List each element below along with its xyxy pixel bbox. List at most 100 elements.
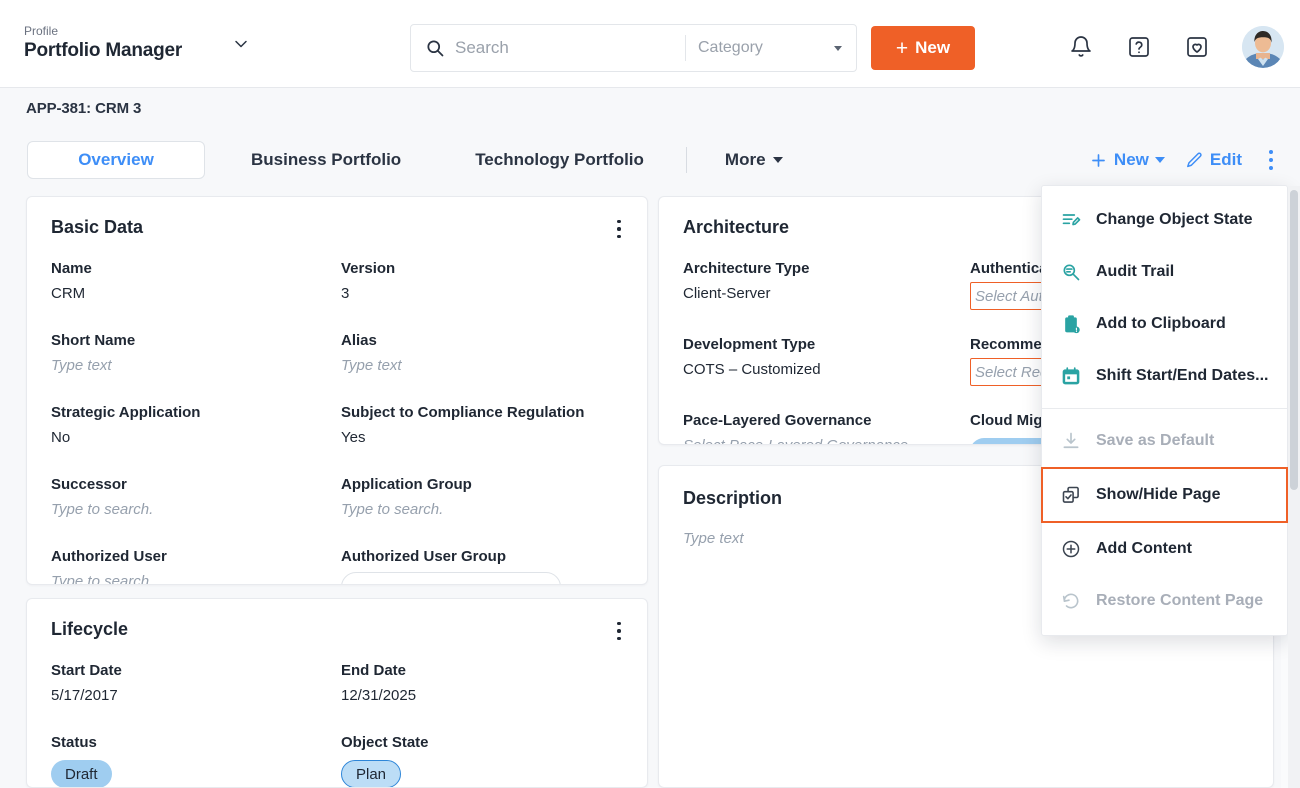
field-version: Version 3: [341, 258, 623, 306]
field-placeholder[interactable]: Type text: [51, 354, 333, 378]
menu-item-label: Change Object State: [1096, 211, 1252, 229]
menu-item-label: Shift Start/End Dates...: [1096, 367, 1268, 385]
more-actions-menu: Change Object State Audit Trail Add to C…: [1041, 185, 1288, 636]
plus-icon: [1089, 151, 1108, 170]
application-root: Profile Portfolio Manager Category + New: [0, 0, 1300, 788]
profile-selector[interactable]: Profile Portfolio Manager: [24, 24, 294, 64]
menu-item-restore-content-page: Restore Content Page: [1042, 575, 1287, 627]
tab-overview-label: Overview: [78, 150, 154, 170]
status-badge[interactable]: Draft: [51, 760, 112, 788]
field-successor: Successor Type to search.: [51, 474, 333, 522]
clipboard-icon: [1060, 313, 1082, 335]
field-status: Status Draft: [51, 732, 333, 788]
field-label: Name: [51, 258, 333, 280]
category-dropdown[interactable]: Category: [686, 25, 856, 71]
tab-action-group: New Edit: [1079, 134, 1282, 186]
chevron-down-icon: [834, 46, 842, 51]
field-pace-layered-governance: Pace-Layered Governance Select Pace-Laye…: [683, 410, 962, 445]
kebab-dot: [617, 235, 621, 239]
kebab-dot: [1269, 166, 1273, 170]
field-alias: Alias Type text: [341, 330, 623, 378]
field-placeholder[interactable]: Select Pace-Layered Governance: [683, 434, 962, 445]
field-strategic-application: Strategic Application No: [51, 402, 333, 450]
kebab-dot: [1269, 158, 1273, 162]
field-value[interactable]: Client-Server: [683, 282, 962, 306]
tab-more-label: More: [725, 150, 766, 170]
field-value[interactable]: Yes: [341, 426, 623, 450]
search-icon: [425, 38, 445, 58]
field-development-type: Development Type COTS – Customized: [683, 334, 962, 386]
field-value[interactable]: 12/31/2025: [341, 684, 623, 708]
field-label: Status: [51, 732, 333, 754]
tab-divider: [686, 147, 687, 173]
field-label: Successor: [51, 474, 333, 496]
field-start-date: Start Date 5/17/2017: [51, 660, 333, 708]
add-content-icon: [1060, 538, 1082, 560]
kebab-dot: [617, 629, 621, 633]
page-scrollbar-thumb[interactable]: [1290, 190, 1298, 490]
field-short-name: Short Name Type text: [51, 330, 333, 378]
tab-business-portfolio[interactable]: Business Portfolio: [233, 142, 419, 178]
chevron-down-icon: [1155, 157, 1165, 163]
tab-more[interactable]: More: [707, 142, 801, 178]
field-value[interactable]: COTS – Customized: [683, 358, 962, 382]
plus-icon: +: [896, 40, 908, 57]
edit-button[interactable]: Edit: [1175, 150, 1252, 170]
card-lifecycle: Lifecycle Start Date 5/17/2017 End Date …: [26, 598, 648, 788]
card-basic-data: Basic Data Name CRM Version 3 Short Name…: [26, 196, 648, 585]
bookmark-icon[interactable]: [1184, 34, 1210, 60]
field-name: Name CRM: [51, 258, 333, 306]
edit-label: Edit: [1210, 150, 1242, 170]
field-value[interactable]: 3: [341, 282, 623, 306]
global-search-bar[interactable]: Category: [410, 24, 857, 72]
card-basic-data-title: Basic Data: [51, 217, 623, 238]
avatar[interactable]: [1242, 26, 1284, 68]
field-value[interactable]: CRM: [51, 282, 333, 306]
kebab-dot: [617, 227, 621, 231]
card-lifecycle-kebab-button[interactable]: [609, 619, 629, 643]
new-record-label: New: [1114, 150, 1149, 170]
field-placeholder[interactable]: Type to search.: [51, 498, 333, 522]
menu-item-label: Add Content: [1096, 540, 1192, 558]
field-label: Version: [341, 258, 623, 280]
menu-item-label: Restore Content Page: [1096, 592, 1263, 610]
field-value[interactable]: 5/17/2017: [51, 684, 333, 708]
menu-item-show-hide-page[interactable]: Show/Hide Page: [1041, 467, 1288, 523]
menu-item-label: Show/Hide Page: [1096, 486, 1220, 504]
field-application-group: Application Group Type to search.: [341, 474, 623, 522]
menu-item-label: Save as Default: [1096, 432, 1214, 450]
help-icon[interactable]: [1126, 34, 1152, 60]
basic-data-field-grid: Name CRM Version 3 Short Name Type text …: [51, 258, 623, 585]
search-input[interactable]: [455, 33, 685, 63]
field-placeholder[interactable]: Type to search.: [51, 570, 333, 585]
menu-item-shift-start-end-dates[interactable]: Shift Start/End Dates...: [1042, 350, 1287, 402]
save-default-icon: [1060, 430, 1082, 452]
menu-item-audit-trail[interactable]: Audit Trail: [1042, 246, 1287, 298]
show-hide-page-icon: [1060, 484, 1082, 506]
new-record-button[interactable]: New: [1079, 150, 1175, 170]
authorized-user-group-input[interactable]: [341, 572, 561, 585]
menu-item-change-object-state[interactable]: Change Object State: [1042, 194, 1287, 246]
chevron-down-icon[interactable]: [230, 33, 252, 55]
more-actions-kebab-button[interactable]: [1260, 147, 1282, 173]
card-basic-data-kebab-button[interactable]: [609, 217, 629, 241]
menu-item-add-to-clipboard[interactable]: Add to Clipboard: [1042, 298, 1287, 350]
object-state-badge[interactable]: Plan: [341, 760, 401, 788]
tab-technology-portfolio-label: Technology Portfolio: [475, 150, 644, 170]
field-value[interactable]: No: [51, 426, 333, 450]
bell-icon[interactable]: [1068, 34, 1094, 60]
kebab-dot: [617, 622, 621, 626]
tab-overview[interactable]: Overview: [27, 141, 205, 179]
new-button-label: New: [915, 38, 950, 58]
calendar-icon: [1060, 365, 1082, 387]
new-button[interactable]: + New: [871, 26, 975, 70]
field-placeholder[interactable]: Type to search.: [341, 498, 623, 522]
tab-technology-portfolio[interactable]: Technology Portfolio: [457, 142, 662, 178]
field-placeholder[interactable]: Type text: [341, 354, 623, 378]
kebab-dot: [1269, 150, 1273, 154]
menu-item-add-content[interactable]: Add Content: [1042, 523, 1287, 575]
page-title: APP-381: CRM 3: [26, 100, 141, 117]
field-label: Pace-Layered Governance: [683, 410, 962, 432]
field-label: Authorized User Group: [341, 546, 623, 568]
top-header-bar: Profile Portfolio Manager Category + New: [0, 0, 1300, 88]
